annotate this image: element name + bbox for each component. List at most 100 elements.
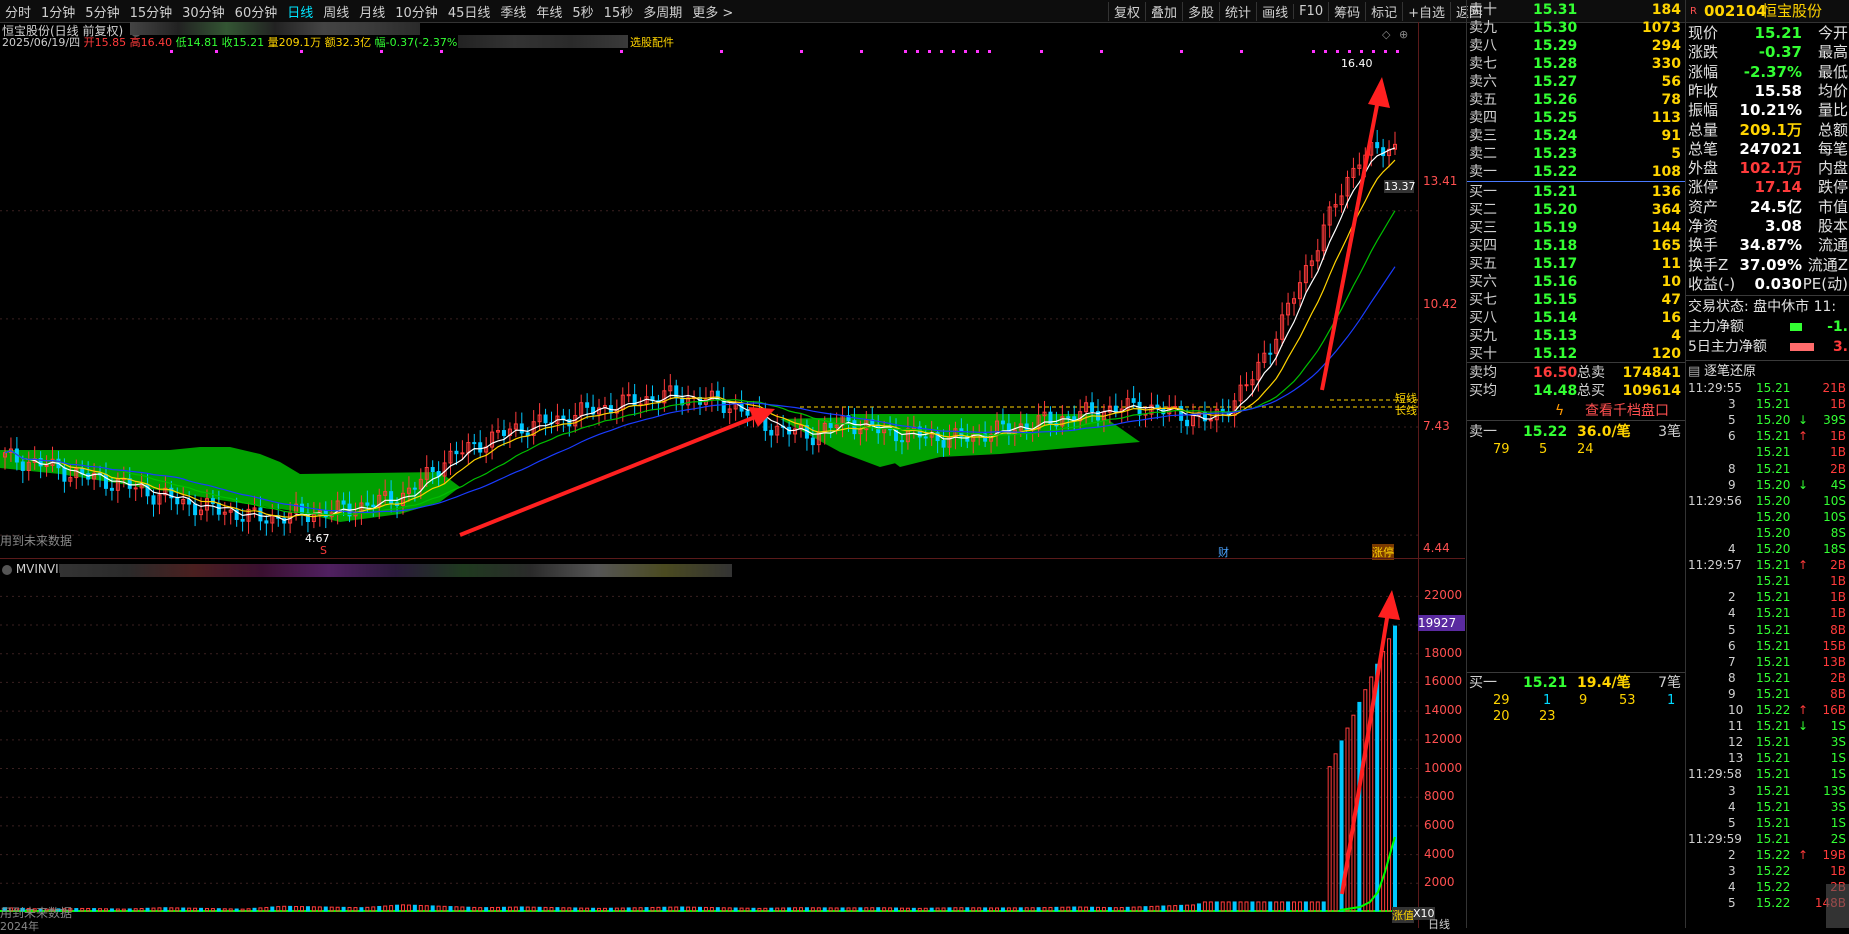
tick-row: 15.20 8S: [1756, 525, 1846, 540]
stat-row: 总笔 247021 每笔: [1688, 139, 1848, 158]
period-tab-10[interactable]: 45日线: [443, 2, 496, 21]
tick-row: 5 15.21 1S: [1728, 815, 1846, 830]
volume-y-label: 18000: [1424, 645, 1463, 660]
period-tab-3[interactable]: 15分钟: [125, 2, 178, 21]
period-tab-8[interactable]: 月线: [354, 2, 390, 21]
stock-header: R 002104 恒宝股份: [1686, 2, 1849, 21]
tick-row: 4 15.20 18S: [1728, 542, 1846, 556]
volume-tag: 19927: [1418, 615, 1465, 631]
expand-icon[interactable]: ⊕: [1399, 28, 1408, 41]
tool-button-3[interactable]: 统计: [1219, 1, 1256, 21]
ask-row[interactable]: 卖四 15.25 113: [1467, 109, 1685, 127]
bid-row[interactable]: 买三 15.19 144: [1467, 219, 1685, 237]
avg-sell-row: 卖均 16.50 总卖 174841: [1469, 365, 1681, 381]
period-tab-14[interactable]: 15秒: [599, 2, 639, 21]
period-tab-15[interactable]: 多周期: [638, 2, 687, 21]
tick-row: 9 15.21 8B: [1728, 686, 1846, 701]
period-tab-0[interactable]: 分时: [0, 2, 36, 21]
bid-row[interactable]: 买一 15.21 136: [1467, 183, 1685, 201]
volume-y-label: 10000: [1424, 760, 1463, 775]
menu-icon[interactable]: ▤: [1688, 362, 1700, 381]
period-tab-1[interactable]: 1分钟: [36, 2, 80, 21]
ask-row[interactable]: 卖五 15.26 78: [1467, 91, 1685, 109]
volume-y-label: 16000: [1424, 674, 1463, 689]
annotation-arrows-sub: [1340, 590, 1400, 895]
price-tag: 13.37: [1384, 180, 1416, 193]
ask-row[interactable]: 卖八 15.29 294: [1467, 37, 1685, 55]
bid-row[interactable]: 买四 15.18 165: [1467, 237, 1685, 255]
tick-row: 11:29:56 15.20 10S: [1688, 493, 1846, 508]
period-tab-7[interactable]: 周线: [318, 2, 354, 21]
bid-row[interactable]: 买七 15.15 47: [1467, 291, 1685, 309]
bid-row[interactable]: 买五 15.17 11: [1467, 255, 1685, 273]
ask-row[interactable]: 卖六 15.27 56: [1467, 73, 1685, 91]
sell1-detail-row: 卖一 15.22 36.0/笔 3笔: [1469, 424, 1681, 440]
period-tab-11[interactable]: 季线: [495, 2, 531, 21]
view-depth-link[interactable]: 查看千档盘口: [1585, 402, 1669, 420]
main-kline-chart[interactable]: 恒宝股份(日线 前复权) 2025/06/19/四 开15.85 高16.40 …: [0, 22, 1440, 560]
tick-row: 6 15.21 ↑ 1B: [1728, 429, 1846, 444]
period-tab-12[interactable]: 年线: [531, 2, 567, 21]
bid-row[interactable]: 买二 15.20 364: [1467, 201, 1685, 219]
period-tab-16[interactable]: 更多 >: [687, 2, 738, 21]
tick-row: 15.20 10S: [1756, 509, 1846, 524]
tool-button-4[interactable]: 画线: [1256, 1, 1293, 21]
tool-button-7[interactable]: 标记: [1365, 1, 1402, 21]
long-line-label: 长线: [1395, 404, 1417, 417]
bid-row[interactable]: 买十 15.12 120: [1467, 345, 1685, 363]
tick-row: 11 15.21 ↓ 1S: [1728, 719, 1846, 734]
ask-row[interactable]: 卖九 15.30 1073: [1467, 19, 1685, 37]
arrow-3: [1340, 590, 1400, 895]
scrollbar-thumb[interactable]: [1826, 884, 1849, 928]
ask-bid-divider: [1467, 181, 1685, 182]
stat-row: 振幅 10.21% 量比: [1688, 101, 1848, 120]
tool-button-0[interactable]: 复权: [1108, 1, 1145, 21]
stat-row: 换手 34.87% 流通: [1688, 236, 1848, 255]
buy1-queue-2: 20 23: [1493, 709, 1556, 724]
tick-row: 8 15.21 2B: [1728, 461, 1846, 476]
tick-row: 15.21 1B: [1756, 445, 1846, 460]
tick-row: 9 15.20 ↓ 4S: [1728, 477, 1846, 492]
tool-button-5[interactable]: F10: [1293, 3, 1328, 19]
y-label-3: 7.43: [1423, 419, 1450, 433]
tool-button-6[interactable]: 筹码: [1328, 1, 1365, 21]
order-book-panel: 卖十 15.31 184 卖九 15.30 1073 卖八 15.29 294 卖七 …: [1466, 0, 1685, 928]
tick-row: 11:29:57 15.21 ↑ 2B: [1688, 558, 1846, 573]
stat-row: 涨幅 -2.37% 最低: [1688, 62, 1848, 81]
tool-button-8[interactable]: +自选: [1402, 1, 1450, 21]
stat-row: 现价 15.21 今开: [1688, 24, 1848, 42]
sell-signal: S: [320, 544, 327, 557]
x-year-label: 2024年: [0, 920, 39, 933]
bid-row[interactable]: 买八 15.14 16: [1467, 309, 1685, 327]
ask-row[interactable]: 卖二 15.23 5: [1467, 145, 1685, 163]
ask-row[interactable]: 卖十 15.31 184: [1467, 1, 1685, 19]
period-tab-13[interactable]: 5秒: [567, 2, 598, 21]
ask-row[interactable]: 卖一 15.22 108: [1467, 163, 1685, 181]
period-tabs: 分时 1分钟 5分钟 15分钟 30分钟 60分钟 日线 周线 月线 10分钟 45日线 季线 年线 5秒…: [0, 0, 738, 22]
diamond-icon[interactable]: ◇: [1382, 28, 1390, 41]
future-data-note: 用到未来数据: [0, 534, 73, 548]
stat-row: 总量 209.1万 总额: [1688, 120, 1848, 139]
period-tab-5[interactable]: 60分钟: [230, 2, 283, 21]
volume-y-label: 12000: [1424, 731, 1463, 746]
volume-y-label: 6000: [1424, 817, 1455, 832]
period-tab-6[interactable]: 日线: [282, 2, 318, 21]
period-tab-9[interactable]: 10分钟: [390, 2, 443, 21]
tool-button-1[interactable]: 叠加: [1145, 1, 1182, 21]
tick-row: 4 15.22 2B: [1728, 880, 1846, 895]
period-tab-4[interactable]: 30分钟: [177, 2, 230, 21]
tool-button-2[interactable]: 多股: [1182, 1, 1219, 21]
bid-row[interactable]: 买九 15.13 4: [1467, 327, 1685, 345]
tick-row: 4 15.21 1B: [1728, 606, 1846, 621]
volume-indicator-chart[interactable]: MVINVIM 用到未来数据 2024年 涨值 X10: [0, 562, 1440, 933]
period-tab-2[interactable]: 5分钟: [80, 2, 124, 21]
arrow-1: [459, 407, 775, 537]
tick-row: 5 15.20 ↓ 39S: [1728, 413, 1846, 428]
ask-row[interactable]: 卖七 15.28 330: [1467, 55, 1685, 73]
bid-row[interactable]: 买六 15.16 10: [1467, 273, 1685, 291]
ask-row[interactable]: 卖三 15.24 91: [1467, 127, 1685, 145]
ticks-header: ▤ 逐笔还原: [1688, 362, 1757, 381]
tick-row: 15.21 1B: [1756, 574, 1846, 589]
tick-row: 7 15.21 13B: [1728, 654, 1846, 669]
stat-row: 净资 3.08 股本: [1688, 217, 1848, 235]
